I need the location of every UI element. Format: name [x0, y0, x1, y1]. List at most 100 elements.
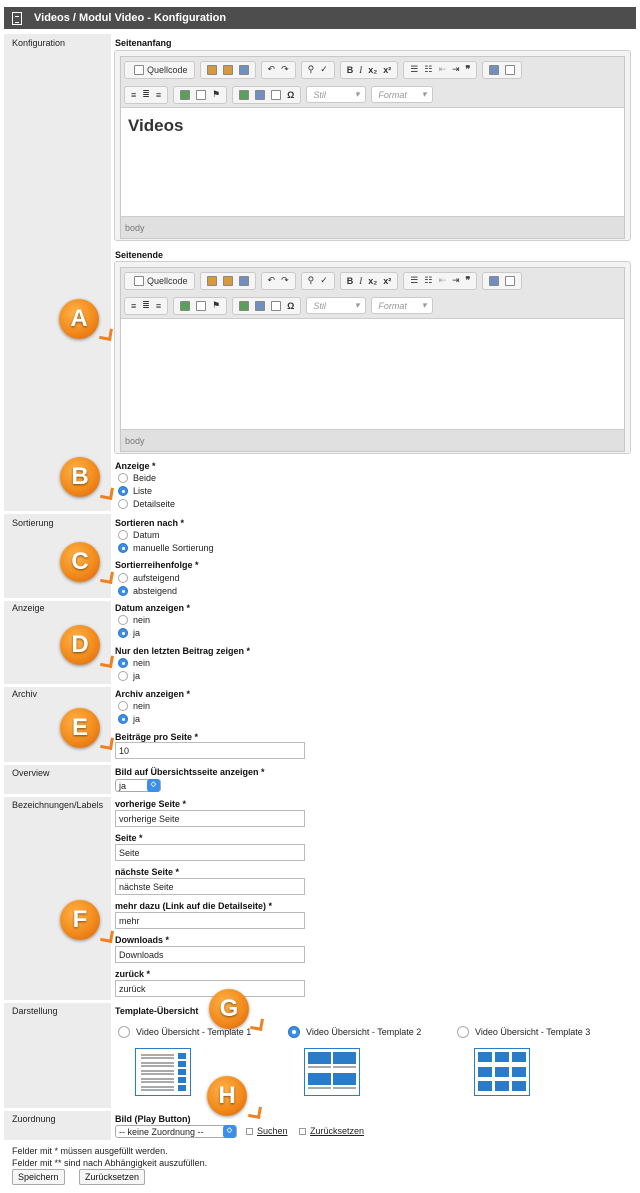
style-dropdown[interactable]: Stil ▾ — [306, 297, 367, 314]
radio-order-asc[interactable]: aufsteigend — [118, 573, 180, 583]
source-icon — [134, 64, 144, 75]
page-input[interactable] — [115, 844, 305, 861]
align-left-icon[interactable]: ≡ — [128, 87, 139, 103]
table-icon[interactable] — [255, 300, 266, 311]
editor-content-area[interactable] — [121, 318, 624, 430]
table-icon[interactable] — [255, 89, 266, 100]
hr-icon[interactable] — [271, 300, 282, 311]
outdent-icon[interactable]: ⇤ — [435, 273, 449, 289]
radio-datum-ja[interactable]: ja — [118, 628, 140, 638]
redo-icon[interactable]: ↷ — [278, 62, 292, 78]
radio-template-2[interactable]: Video Übersicht - Template 2 — [288, 1026, 421, 1038]
back-input[interactable] — [115, 980, 305, 997]
align-center-icon[interactable]: ≣ — [139, 298, 153, 314]
radio-order-desc[interactable]: absteigend — [118, 586, 177, 596]
spellcheck-icon[interactable]: ✓ — [317, 273, 331, 289]
numbered-list-icon[interactable]: ☰ — [407, 62, 421, 78]
anchor-icon[interactable]: ⚑ — [209, 298, 223, 314]
fullscreen-icon[interactable] — [489, 64, 500, 75]
find-icon[interactable]: ⚲ — [305, 62, 318, 78]
template-3-preview[interactable] — [474, 1048, 530, 1096]
editor-seitenanfang[interactable]: Quellcode ↶ ↷ ⚲ ✓ B Ix₂ x² ☰ ☷ ⇤ ⇥ ❞ ≡ ≣ ≡ ⚑ Ω Sti… — [114, 50, 631, 241]
radio-anzeige-detailseite[interactable]: Detailseite — [118, 499, 175, 509]
outdent-icon[interactable]: ⇤ — [435, 62, 449, 78]
align-left-icon[interactable]: ≡ — [128, 298, 139, 314]
undo-icon[interactable]: ↶ — [265, 273, 279, 289]
paste-icon[interactable] — [206, 275, 217, 286]
superscript-button[interactable]: x² — [380, 273, 394, 289]
template-1-preview[interactable] — [135, 1048, 191, 1096]
radio-anzeige-liste[interactable]: Liste — [118, 486, 152, 496]
template-2-preview[interactable] — [304, 1048, 360, 1096]
style-dropdown[interactable]: Stil ▾ — [306, 86, 367, 103]
special-char-icon[interactable]: Ω — [284, 87, 297, 103]
source-button[interactable]: Quellcode — [128, 273, 191, 289]
radio-datum-nein[interactable]: nein — [118, 615, 150, 625]
element-path[interactable]: body — [125, 223, 145, 233]
numbered-list-icon[interactable]: ☰ — [407, 273, 421, 289]
more-input[interactable] — [115, 912, 305, 929]
blocks-icon[interactable] — [505, 64, 516, 75]
radio-archiv-ja[interactable]: ja — [118, 714, 140, 724]
indent-icon[interactable]: ⇥ — [449, 273, 463, 289]
subscript-button[interactable]: x₂ — [365, 62, 380, 78]
italic-button[interactable]: I — [356, 273, 365, 289]
prev-input[interactable] — [115, 810, 305, 827]
hr-icon[interactable] — [271, 89, 282, 100]
blocks-icon[interactable] — [505, 275, 516, 286]
editor-content-area[interactable]: Videos — [121, 107, 624, 217]
print-icon[interactable] — [238, 64, 249, 75]
print-icon[interactable] — [238, 275, 249, 286]
quote-icon[interactable]: ❞ — [463, 62, 474, 78]
italic-button[interactable]: I — [356, 62, 365, 78]
image-icon[interactable] — [239, 89, 250, 100]
source-button[interactable]: Quellcode — [128, 62, 191, 78]
special-char-icon[interactable]: Ω — [284, 298, 297, 314]
unlink-icon[interactable] — [196, 89, 207, 100]
bold-button[interactable]: B — [344, 62, 357, 78]
quote-icon[interactable]: ❞ — [463, 273, 474, 289]
paste-word-icon[interactable] — [222, 275, 233, 286]
bullet-list-icon[interactable]: ☷ — [421, 62, 435, 78]
format-dropdown[interactable]: Format ▾ — [371, 86, 434, 103]
next-input[interactable] — [115, 878, 305, 895]
link-icon[interactable] — [180, 89, 191, 100]
beitraege-input[interactable] — [115, 742, 305, 759]
redo-icon[interactable]: ↷ — [278, 273, 292, 289]
unlink-icon[interactable] — [196, 300, 207, 311]
link-icon[interactable] — [180, 300, 191, 311]
overview-bild-select[interactable]: ja ◇ — [115, 779, 161, 792]
align-right-icon[interactable]: ≡ — [153, 298, 164, 314]
radio-archiv-nein[interactable]: nein — [118, 701, 150, 711]
anchor-icon[interactable]: ⚑ — [209, 87, 223, 103]
radio-template-3[interactable]: Video Übersicht - Template 3 — [457, 1026, 590, 1038]
element-path[interactable]: body — [125, 436, 145, 446]
image-icon[interactable] — [239, 300, 250, 311]
zuordnung-select[interactable]: -- keine Zuordnung -- ◇ — [115, 1125, 237, 1138]
radio-anzeige-beide[interactable]: Beide — [118, 473, 156, 483]
subscript-button[interactable]: x₂ — [365, 273, 380, 289]
align-center-icon[interactable]: ≣ — [139, 87, 153, 103]
spellcheck-icon[interactable]: ✓ — [317, 62, 331, 78]
bullet-list-icon[interactable]: ☷ — [421, 273, 435, 289]
radio-letzter-ja[interactable]: ja — [118, 671, 140, 681]
editor-seitenende[interactable]: Quellcode ↶ ↷ ⚲ ✓ B Ix₂ x² ☰ ☷ ⇤ ⇥ ❞ ≡ ≣ ≡ ⚑ Ω Sti… — [114, 261, 631, 454]
downloads-input[interactable] — [115, 946, 305, 963]
superscript-button[interactable]: x² — [380, 62, 394, 78]
fullscreen-icon[interactable] — [489, 275, 500, 286]
indent-icon[interactable]: ⇥ — [449, 62, 463, 78]
reset-link[interactable]: Zurücksetzen — [299, 1126, 364, 1136]
paste-word-icon[interactable] — [222, 64, 233, 75]
undo-icon[interactable]: ↶ — [265, 62, 279, 78]
search-link[interactable]: Suchen — [246, 1126, 288, 1136]
bold-button[interactable]: B — [344, 273, 357, 289]
align-right-icon[interactable]: ≡ — [153, 87, 164, 103]
radio-sort-manuell[interactable]: manuelle Sortierung — [118, 543, 214, 553]
radio-sort-datum[interactable]: Datum — [118, 530, 160, 540]
find-icon[interactable]: ⚲ — [305, 273, 318, 289]
save-button[interactable]: Speichern — [12, 1169, 65, 1185]
radio-letzter-nein[interactable]: nein — [118, 658, 150, 668]
format-dropdown[interactable]: Format ▾ — [371, 297, 434, 314]
paste-icon[interactable] — [206, 64, 217, 75]
reset-button[interactable]: Zurücksetzen — [79, 1169, 146, 1185]
